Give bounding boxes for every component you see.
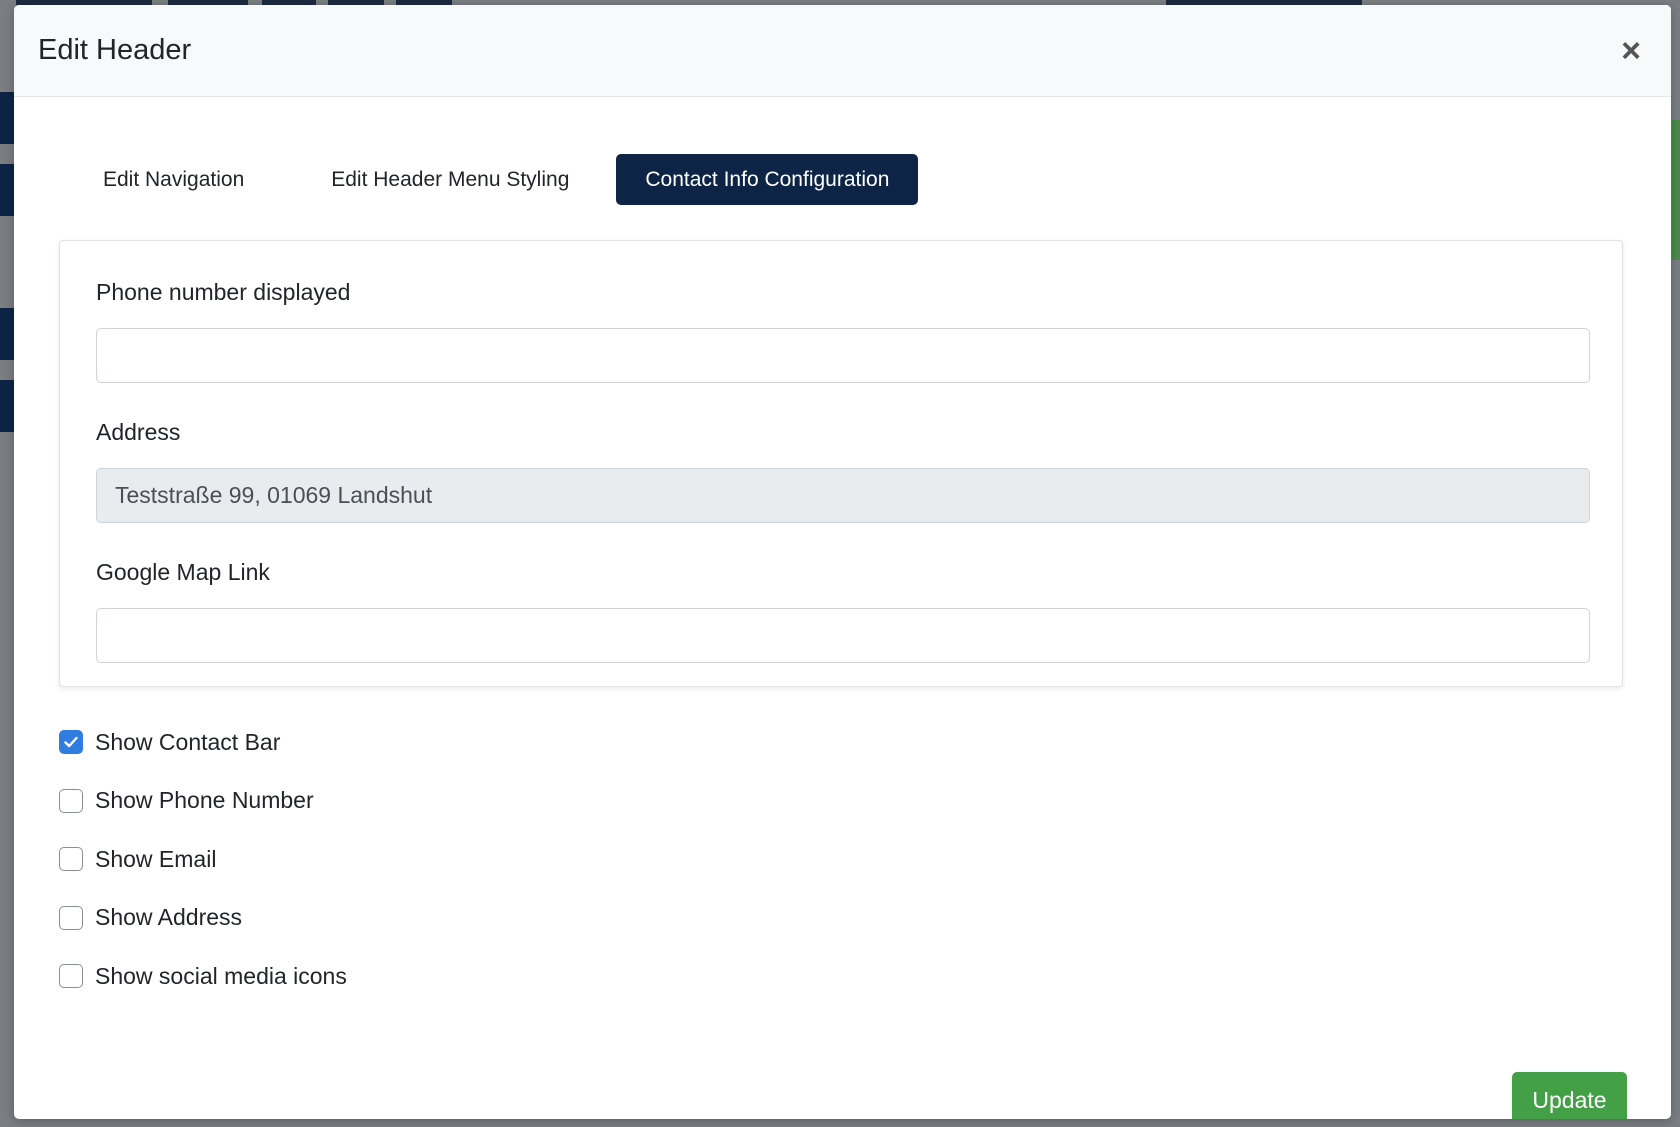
tab-edit-header-menu-styling[interactable]: Edit Header Menu Styling	[302, 154, 598, 205]
update-button[interactable]: Update	[1512, 1072, 1627, 1119]
show-contact-bar-label[interactable]: Show Contact Bar	[95, 729, 280, 756]
google-map-link-label: Google Map Link	[96, 559, 270, 585]
show-address-checkbox[interactable]	[59, 905, 83, 930]
contact-info-card: Phone number displayed Address Google Ma…	[59, 240, 1623, 687]
phone-label: Phone number displayed	[96, 279, 351, 305]
close-icon: ×	[1621, 31, 1641, 70]
tab-bar: Edit Navigation Edit Header Menu Styling…	[59, 154, 1626, 205]
show-phone-number-option: Show Phone Number	[59, 772, 1626, 831]
show-email-label[interactable]: Show Email	[95, 846, 216, 873]
edit-header-modal: Edit Header × Edit Navigation Edit Heade…	[14, 5, 1671, 1119]
background-sidebar-item	[0, 92, 15, 144]
address-label: Address	[96, 419, 181, 445]
show-address-option: Show Address	[59, 889, 1626, 948]
checkbox-group: Show Contact Bar Show Phone Number Show …	[59, 713, 1626, 1006]
background-green-element	[1672, 120, 1680, 260]
tab-edit-navigation[interactable]: Edit Navigation	[59, 154, 273, 205]
tab-contact-info-configuration[interactable]: Contact Info Configuration	[616, 154, 919, 205]
address-input[interactable]	[96, 468, 1590, 523]
modal-header: Edit Header ×	[14, 5, 1671, 97]
show-contact-bar-option: Show Contact Bar	[59, 713, 1626, 772]
google-map-link-input[interactable]	[96, 608, 1590, 663]
show-social-media-icons-label[interactable]: Show social media icons	[95, 963, 347, 990]
show-address-label[interactable]: Show Address	[95, 904, 242, 931]
close-button[interactable]: ×	[1613, 34, 1649, 68]
modal-title: Edit Header	[38, 34, 192, 66]
show-email-option: Show Email	[59, 830, 1626, 889]
background-sidebar-item	[0, 308, 15, 360]
show-phone-number-checkbox[interactable]	[59, 788, 83, 813]
background-sidebar-item	[0, 164, 15, 216]
modal-body: Edit Navigation Edit Header Menu Styling…	[14, 154, 1671, 1119]
phone-input[interactable]	[96, 328, 1590, 383]
show-phone-number-label[interactable]: Show Phone Number	[95, 787, 314, 814]
checkmark-icon	[64, 737, 78, 748]
background-sidebar-item	[0, 380, 15, 432]
show-contact-bar-checkbox[interactable]	[59, 730, 83, 755]
show-social-media-icons-checkbox[interactable]	[59, 964, 83, 989]
show-email-checkbox[interactable]	[59, 847, 83, 872]
show-social-media-icons-option: Show social media icons	[59, 947, 1626, 1006]
